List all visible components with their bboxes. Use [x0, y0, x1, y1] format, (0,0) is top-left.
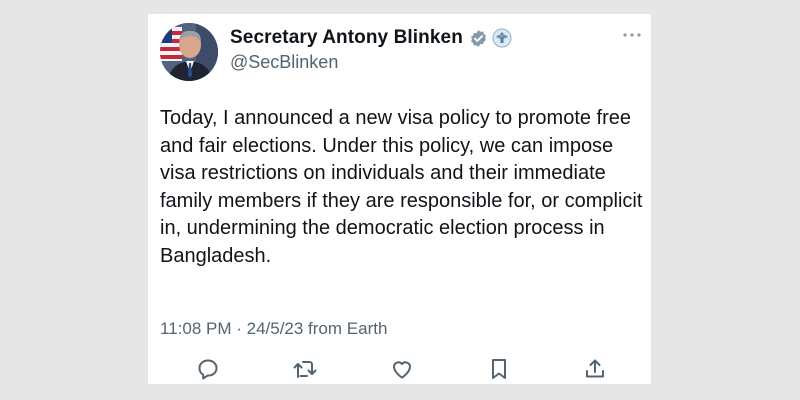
bookmark-icon — [488, 357, 510, 381]
reply-button[interactable] — [195, 356, 221, 382]
tweet-actions — [148, 354, 651, 384]
tweet-timestamp[interactable]: 11:08 PM · 24/5/23 from Earth — [160, 319, 387, 339]
avatar[interactable] — [160, 23, 218, 81]
retweet-button[interactable] — [292, 356, 318, 382]
like-button[interactable] — [389, 356, 415, 382]
bookmark-button[interactable] — [486, 356, 512, 382]
more-options-icon[interactable] — [621, 28, 643, 42]
tweet-card: Secretary Antony Blinken @SecBlinken Tod… — [148, 14, 651, 384]
retweet-icon — [292, 357, 318, 381]
share-button[interactable] — [582, 356, 608, 382]
avatar-image — [160, 23, 218, 81]
author-handle[interactable]: @SecBlinken — [230, 52, 338, 73]
government-seal-icon[interactable] — [492, 28, 512, 48]
verified-badge-icon — [469, 29, 488, 48]
heart-icon — [390, 357, 414, 381]
author-display-name[interactable]: Secretary Antony Blinken — [230, 27, 463, 49]
share-icon — [583, 357, 607, 381]
author-name-row: Secretary Antony Blinken — [230, 26, 512, 50]
reply-icon — [196, 357, 220, 381]
tweet-text: Today, I announced a new visa policy to … — [160, 107, 643, 267]
